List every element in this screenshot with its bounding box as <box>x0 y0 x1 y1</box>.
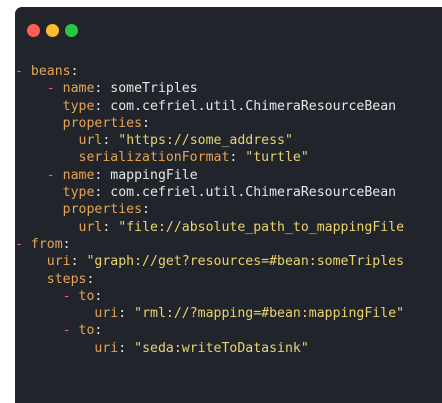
yaml-text: : <box>118 306 135 322</box>
yaml-key: properties <box>62 115 143 131</box>
yaml-key: url <box>78 133 103 149</box>
yaml-text: : com.cefriel.util.ChimeraResourceBean <box>94 185 397 201</box>
yaml-text: : <box>70 64 79 79</box>
code-line: - to: <box>15 288 404 305</box>
code-line: properties: <box>15 201 404 218</box>
yaml-key: serializationFormat <box>78 150 230 166</box>
maximize-window-button[interactable] <box>65 24 78 37</box>
yaml-string-value: "turtle" <box>245 150 309 166</box>
yaml-code-block: - beans: - name: someTriples type: com.c… <box>15 63 404 357</box>
yaml-dash: - <box>46 81 63 97</box>
yaml-text <box>15 254 47 269</box>
close-window-button[interactable] <box>27 24 40 37</box>
yaml-key: uri <box>46 254 71 270</box>
code-line: url: "file://absolute_path_to_mappingFil… <box>15 219 405 236</box>
yaml-key: name <box>62 167 95 183</box>
yaml-text <box>15 289 63 304</box>
code-line: uri: "graph://get?resources=#bean:someTr… <box>15 253 404 270</box>
code-line: steps: <box>15 271 404 288</box>
yaml-dash: - <box>62 323 79 339</box>
yaml-text: : <box>142 202 150 218</box>
code-window: - beans: - name: someTriples type: com.c… <box>15 7 442 403</box>
yaml-key: properties <box>62 202 143 218</box>
yaml-text <box>15 185 63 200</box>
code-line: uri: "rml://?mapping=#bean:mappingFile" <box>15 305 404 322</box>
yaml-text: : <box>62 236 71 252</box>
minimize-window-button[interactable] <box>46 24 59 37</box>
yaml-text: : <box>118 340 135 356</box>
yaml-text <box>15 202 63 217</box>
yaml-key: type <box>62 185 95 201</box>
yaml-dash: - <box>15 64 31 79</box>
yaml-text: : <box>142 115 150 131</box>
yaml-dash: - <box>62 288 79 304</box>
yaml-text <box>15 272 47 287</box>
yaml-text <box>15 323 63 338</box>
yaml-key: to <box>78 323 95 339</box>
yaml-text <box>15 116 63 131</box>
yaml-key: url <box>78 219 103 235</box>
yaml-key: to <box>78 288 95 304</box>
yaml-key: name <box>62 81 95 97</box>
yaml-text: : <box>94 288 103 304</box>
code-line: - beans: <box>15 63 404 80</box>
window-titlebar <box>15 7 442 45</box>
code-line: type: com.cefriel.util.ChimeraResourceBe… <box>15 98 404 115</box>
yaml-text <box>15 81 47 96</box>
yaml-key: from <box>30 236 63 252</box>
yaml-dash: - <box>46 167 63 183</box>
code-line: - from: <box>15 236 404 253</box>
yaml-text: : com.cefriel.util.ChimeraResourceBean <box>94 98 397 114</box>
yaml-string-value: "file://absolute_path_to_mappingFile <box>118 219 405 235</box>
yaml-string-value: "rml://?mapping=#bean:mappingFile" <box>134 306 405 322</box>
yaml-string-value: "graph://get?resources=#bean:someTriples <box>86 254 405 270</box>
yaml-text: : <box>94 323 103 339</box>
yaml-key: uri <box>94 306 119 322</box>
yaml-string-value: "seda:writeToDatasink" <box>134 340 309 356</box>
yaml-dash: - <box>15 236 31 252</box>
yaml-text: : mappingFile <box>94 167 198 183</box>
yaml-text: : <box>102 219 119 235</box>
yaml-key: uri <box>94 340 119 356</box>
yaml-text <box>15 168 47 183</box>
yaml-key: steps <box>46 271 87 287</box>
code-line: - name: mappingFile <box>15 167 404 184</box>
code-line: - to: <box>15 322 404 339</box>
yaml-key: type <box>62 98 95 114</box>
yaml-text <box>15 133 79 148</box>
yaml-text: : <box>86 271 95 287</box>
yaml-string-value: "https://some_address" <box>118 133 293 149</box>
code-line: type: com.cefriel.util.ChimeraResourceBe… <box>15 184 404 201</box>
yaml-text <box>15 150 79 165</box>
yaml-text: : <box>229 150 246 166</box>
code-line: - name: someTriples <box>15 80 404 97</box>
yaml-key: beans <box>30 64 71 79</box>
code-line: uri: "seda:writeToDatasink" <box>15 340 404 357</box>
yaml-text <box>15 306 94 321</box>
code-line: url: "https://some_address" <box>15 132 404 149</box>
yaml-text: : <box>70 254 87 270</box>
code-line: serializationFormat: "turtle" <box>15 149 404 166</box>
code-line: properties: <box>15 115 404 132</box>
yaml-text: : someTriples <box>94 81 198 97</box>
yaml-text: : <box>102 133 119 149</box>
yaml-text <box>15 220 79 235</box>
yaml-text <box>15 341 94 356</box>
yaml-text <box>15 99 63 114</box>
